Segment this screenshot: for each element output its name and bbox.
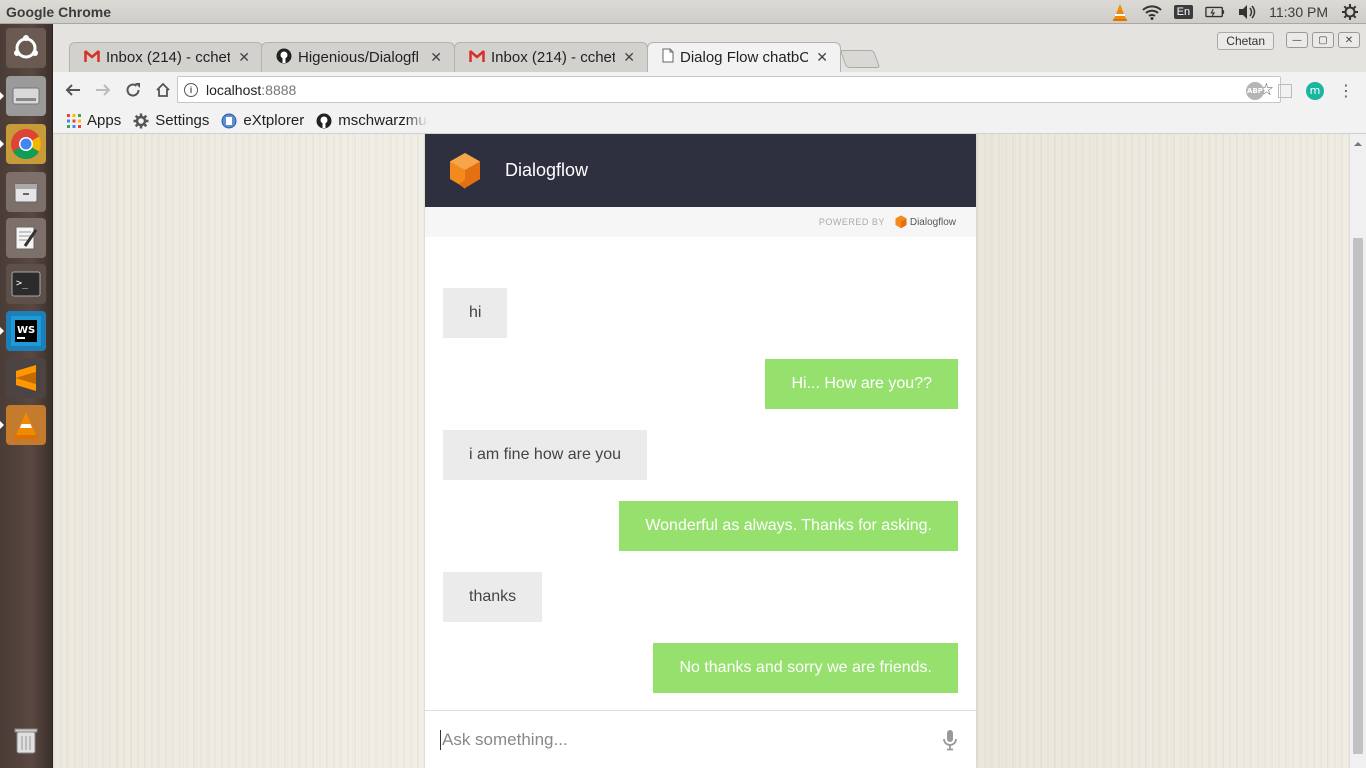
new-tab-button[interactable] <box>839 50 881 68</box>
svg-text:WS: WS <box>17 325 35 336</box>
url-host: localhost <box>206 81 262 98</box>
minimize-button[interactable]: — <box>1286 32 1308 48</box>
microphone-icon[interactable] <box>942 729 958 751</box>
extensions-area: ABP m ⋮ <box>1246 81 1354 100</box>
tab-github[interactable]: Higenious/Dialogfl ✕ <box>261 42 455 72</box>
page-viewport: Dialogflow POWERED BY Dialogflow hi Hi..… <box>53 134 1349 768</box>
system-top-panel: Google Chrome En 11:30 PM <box>0 0 1366 24</box>
bookmark-label: mschwarzmuelle <box>338 112 428 129</box>
message-list: hi Hi... How are you?? i am fine how are… <box>425 237 976 702</box>
browser-toolbar: i localhost :8888 ☆ ABP m ⋮ <box>53 72 1366 108</box>
active-app-title: Google Chrome <box>6 3 112 20</box>
bookmark-label: eXtplorer <box>243 112 305 129</box>
chat-title: Dialogflow <box>505 160 589 180</box>
chat-input-bar <box>425 710 976 768</box>
profile-button[interactable]: Chetan <box>1217 32 1274 50</box>
reload-icon[interactable] <box>119 76 147 104</box>
powered-by-bar: POWERED BY Dialogflow <box>425 207 976 237</box>
github-icon <box>276 48 292 68</box>
tab-title: Higenious/Dialogfl <box>298 49 419 66</box>
back-arrow-icon[interactable] <box>59 76 87 104</box>
tab-close-icon[interactable]: ✕ <box>430 49 442 66</box>
wifi-icon[interactable] <box>1141 3 1162 21</box>
adblock-plus-icon[interactable]: ABP <box>1246 81 1264 100</box>
unity-launcher: >_ WS <box>0 24 53 768</box>
vlc-icon[interactable] <box>0 405 46 445</box>
tab-close-icon[interactable]: ✕ <box>623 49 635 66</box>
system-indicators: En 11:30 PM <box>1110 3 1360 21</box>
window-controls: Chetan — ▢ ✕ <box>1217 32 1360 50</box>
bot-message: No thanks and sorry we are friends. <box>653 643 958 693</box>
chat-header: Dialogflow <box>425 134 976 207</box>
bookmarks-bar: Apps Settings eXtplorer mschwarzmuelle <box>53 108 1366 134</box>
trash-icon[interactable] <box>6 720 46 760</box>
site-info-icon[interactable]: i <box>184 82 198 97</box>
sublime-icon[interactable] <box>6 358 46 398</box>
tab-title: Inbox (214) - ccheta <box>106 49 231 66</box>
tab-inbox-1[interactable]: Inbox (214) - ccheta ✕ <box>69 42 263 72</box>
files-drive-icon[interactable] <box>0 76 46 116</box>
gmail-icon <box>84 49 100 66</box>
extension-m-icon[interactable]: m <box>1306 81 1324 100</box>
bookmark-label: Apps <box>87 112 122 129</box>
clock[interactable]: 11:30 PM <box>1269 4 1328 20</box>
dialogflow-logo-icon <box>449 152 481 190</box>
page-icon <box>662 48 674 67</box>
tab-close-icon[interactable]: ✕ <box>238 49 250 66</box>
powered-by-label: POWERED BY <box>818 217 885 227</box>
volume-icon[interactable] <box>1237 3 1257 21</box>
url-port: :8888 <box>261 81 297 98</box>
webstorm-icon[interactable]: WS <box>0 311 46 351</box>
page-scrollbar[interactable] <box>1349 134 1366 768</box>
file-manager-icon[interactable] <box>6 172 46 212</box>
keyboard-layout-indicator[interactable]: En <box>1173 4 1194 19</box>
browser-window: Inbox (214) - ccheta ✕ Higenious/Dialogf… <box>53 24 1366 768</box>
battery-icon[interactable] <box>1205 3 1225 21</box>
chrome-menu-icon[interactable]: ⋮ <box>1338 81 1354 100</box>
address-bar[interactable]: i localhost :8888 ☆ <box>177 76 1281 103</box>
tab-inbox-2[interactable]: Inbox (214) - ccheta ✕ <box>454 42 648 72</box>
terminal-icon[interactable]: >_ <box>6 264 46 304</box>
user-message: thanks <box>443 572 543 622</box>
close-window-button[interactable]: ✕ <box>1338 32 1360 48</box>
dialogflow-mini-logo-icon <box>895 215 907 229</box>
svg-text:>_: >_ <box>16 278 29 289</box>
chat-widget: Dialogflow POWERED BY Dialogflow hi Hi..… <box>425 134 976 768</box>
scrollbar-thumb[interactable] <box>1353 238 1363 754</box>
tab-dialogflow-active[interactable]: Dialog Flow chatbC ✕ <box>647 42 841 72</box>
session-gear-icon[interactable] <box>1340 3 1360 21</box>
dash-icon[interactable] <box>6 28 46 68</box>
user-message: hi <box>443 288 508 338</box>
tab-close-icon[interactable]: ✕ <box>816 49 828 66</box>
github-icon <box>316 113 332 129</box>
scroll-up-arrow-icon[interactable] <box>1354 138 1362 146</box>
gmail-icon <box>469 49 485 66</box>
extplorer-icon <box>221 113 237 129</box>
bookmark-mschwarzmueller[interactable]: mschwarzmuelle <box>316 112 428 129</box>
user-message: i am fine how are you <box>443 430 648 480</box>
forward-arrow-icon[interactable] <box>89 76 117 104</box>
text-editor-icon[interactable] <box>6 218 46 258</box>
chrome-icon[interactable] <box>0 124 46 164</box>
tab-strip: Inbox (214) - ccheta ✕ Higenious/Dialogf… <box>53 24 1366 72</box>
gear-icon <box>133 113 149 129</box>
home-icon[interactable] <box>149 76 177 104</box>
extension-page-icon[interactable] <box>1278 83 1292 98</box>
tab-title: Dialog Flow chatbC <box>680 49 809 66</box>
bookmark-label: Settings <box>155 112 210 129</box>
vlc-tray-icon[interactable] <box>1110 3 1130 21</box>
bookmark-settings[interactable]: Settings <box>133 112 209 129</box>
powered-by-brand[interactable]: Dialogflow <box>895 215 956 229</box>
bot-message: Hi... How are you?? <box>765 359 958 409</box>
powered-by-brand-text: Dialogflow <box>909 216 956 228</box>
bookmark-extplorer[interactable]: eXtplorer <box>221 112 304 129</box>
tab-title: Inbox (214) - ccheta <box>491 49 616 66</box>
ask-input[interactable] <box>440 729 920 750</box>
bot-message: Wonderful as always. Thanks for asking. <box>619 501 958 551</box>
maximize-button[interactable]: ▢ <box>1312 32 1334 48</box>
bookmark-apps[interactable]: Apps <box>67 112 121 129</box>
apps-grid-icon <box>67 113 81 128</box>
